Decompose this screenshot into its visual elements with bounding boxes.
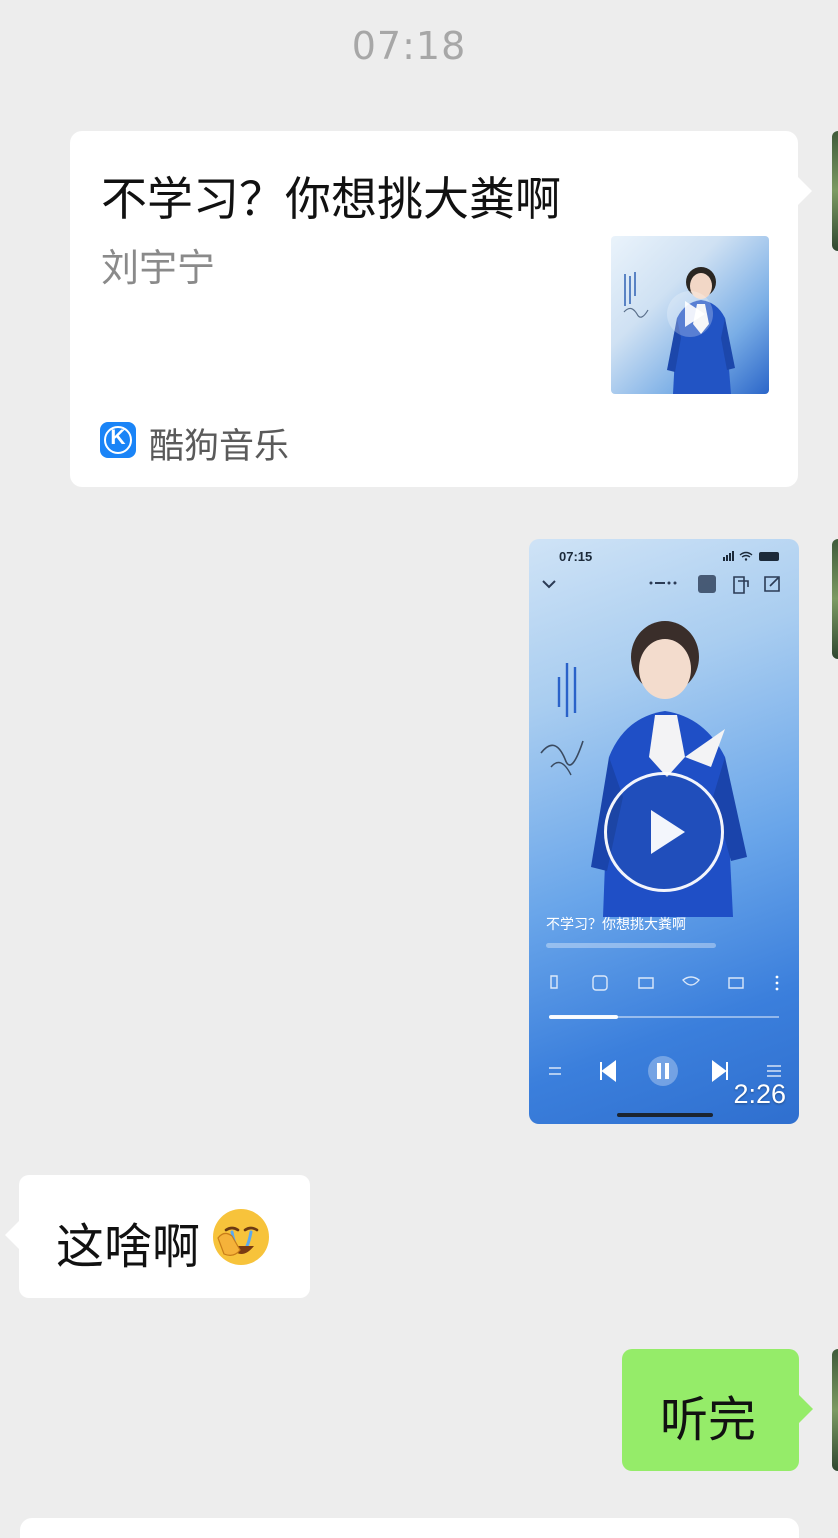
video-message[interactable]: 07:15 不学习？你想挑大粪啊 2:26 bbox=[529, 539, 799, 1124]
sender-avatar[interactable] bbox=[832, 539, 838, 659]
status-bar-icons bbox=[723, 551, 779, 561]
video-play-icon[interactable] bbox=[604, 772, 724, 892]
message-timestamp: 07:18 bbox=[351, 24, 467, 68]
album-cover[interactable] bbox=[611, 236, 769, 394]
music-source-label: 酷狗音乐 bbox=[149, 427, 290, 467]
next-message-card[interactable] bbox=[20, 1518, 799, 1538]
video-song-title: 不学习？你想挑大粪啊 bbox=[546, 917, 686, 933]
player-top-icons bbox=[542, 575, 780, 594]
video-duration: 2:26 bbox=[733, 1079, 786, 1109]
signature-watermark bbox=[540, 663, 584, 776]
player-action-icons bbox=[550, 975, 779, 991]
song-title: 不学习？你想挑大粪啊 bbox=[101, 172, 561, 226]
received-message-bubble[interactable]: 这啥啊 bbox=[5, 1175, 310, 1298]
sent-message-text: 听完 bbox=[660, 1392, 757, 1448]
video-artist-line bbox=[546, 943, 716, 948]
received-message-text: 这啥啊 bbox=[56, 1219, 201, 1275]
kugou-logo-icon: K bbox=[100, 422, 136, 458]
home-indicator bbox=[617, 1113, 713, 1117]
video-progress-fill bbox=[549, 1015, 618, 1019]
video-status-time: 07:15 bbox=[559, 549, 593, 564]
play-icon[interactable] bbox=[667, 291, 713, 337]
music-share-card[interactable]: 不学习？你想挑大粪啊 刘宇宁 K 酷狗音乐 bbox=[70, 131, 812, 487]
face-with-hand-over-mouth-crying-emoji bbox=[213, 1209, 269, 1265]
video-progress-bar[interactable] bbox=[549, 1015, 779, 1019]
sent-message-bubble[interactable]: 听完 bbox=[622, 1349, 813, 1471]
song-artist: 刘宇宁 bbox=[101, 246, 216, 290]
sender-avatar[interactable] bbox=[832, 1349, 838, 1471]
signature-watermark bbox=[623, 272, 649, 318]
sender-avatar[interactable] bbox=[832, 131, 838, 251]
